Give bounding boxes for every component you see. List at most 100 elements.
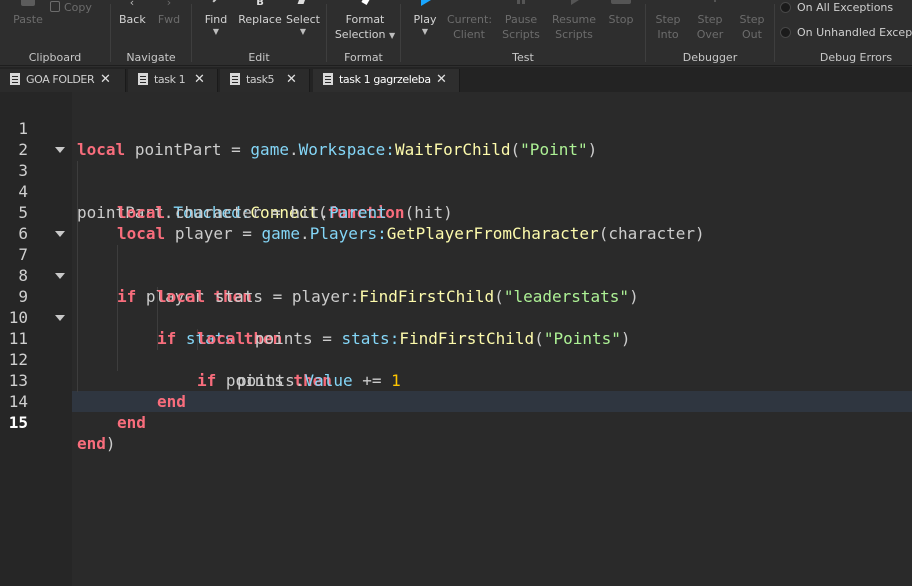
on-unhandled-exceptions-option[interactable]: On Unhandled Exceptions xyxy=(780,26,912,39)
tab-label: task 1 gagrzeleba xyxy=(339,73,431,86)
resume-label-line1: Resume xyxy=(551,13,597,26)
step-out-icon xyxy=(744,0,760,12)
forward-label: Fwd xyxy=(157,13,181,26)
code-line[interactable]: 1 local pointPart = game.Workspace:WaitF… xyxy=(0,97,912,159)
select-dropdown-icon[interactable]: ▼ xyxy=(286,27,320,37)
paste-icon xyxy=(18,0,38,12)
code-line[interactable]: 4 local character = hit.Parent xyxy=(0,160,912,222)
script-editor[interactable]: 1 local pointPart = game.Workspace:WaitF… xyxy=(0,92,912,586)
tab-task-1-gagrzeleba[interactable]: task 1 gagrzeleba ✕ xyxy=(313,69,460,92)
step-out-label-line2: Out xyxy=(742,28,762,41)
keyword-token: end xyxy=(77,434,106,453)
code-text[interactable]: end) xyxy=(77,433,116,454)
play-icon xyxy=(417,0,433,12)
test-group-title: Test xyxy=(512,51,534,64)
replace-label: Replace xyxy=(238,13,282,26)
code-line[interactable]: 8 local stats = player:FindFirstChild("l… xyxy=(0,244,912,306)
current-label-line2: Client xyxy=(453,28,485,41)
code-text[interactable]: end xyxy=(117,412,146,433)
close-icon[interactable]: ✕ xyxy=(436,72,447,87)
keyword-token: end xyxy=(117,413,146,432)
code-line[interactable]: 2 xyxy=(0,118,912,159)
fold-chevron-icon[interactable] xyxy=(55,231,65,237)
clipboard-group-title: Clipboard xyxy=(28,51,82,64)
format-label-line1: Format xyxy=(345,13,385,26)
close-icon[interactable]: ✕ xyxy=(194,72,205,87)
fold-chevron-icon[interactable] xyxy=(55,273,65,279)
tab-goa-folder[interactable]: GOA FOLDER ✕ xyxy=(0,69,126,92)
code-line-current[interactable]: 15 end) xyxy=(0,391,912,453)
debug-errors-group-title: Debug Errors xyxy=(819,51,893,64)
paste-button[interactable]: Paste xyxy=(10,0,46,27)
current-client-icon xyxy=(461,0,477,12)
stop-button[interactable]: Stop xyxy=(605,0,637,27)
edit-group: Find ▼ B Replace Select ▼ Edit xyxy=(192,0,326,66)
pause-scripts-button[interactable]: Pause Scripts xyxy=(501,0,541,42)
tab-label: task5 xyxy=(246,73,275,86)
debugger-group: Step Into Step Over Step Out Debugger xyxy=(646,0,774,66)
code-line[interactable]: 11 if points then xyxy=(0,307,912,390)
close-icon[interactable]: ✕ xyxy=(286,72,297,87)
fold-chevron-icon[interactable] xyxy=(55,315,65,321)
play-button[interactable]: Play ▼ xyxy=(411,0,439,37)
stop-label: Stop xyxy=(608,13,634,26)
code-line[interactable]: 10 local points = stats:FindFirstChild("… xyxy=(0,286,912,348)
current-label-line1: Current: xyxy=(447,13,493,26)
test-group: Play ▼ Current: Client Pause Scripts Res… xyxy=(401,0,645,66)
fold-chevron-icon[interactable] xyxy=(55,147,65,153)
code-line[interactable]: 13 end xyxy=(0,349,912,411)
debugger-group-title: Debugger xyxy=(682,51,738,64)
current-client-button[interactable]: Current: Client xyxy=(447,0,493,42)
ribbon-toolbar: Paste Copy Clipboard ‹ Back › Fwd Naviga… xyxy=(0,0,912,66)
play-dropdown-icon[interactable]: ▼ xyxy=(411,27,439,37)
radio-button-icon[interactable] xyxy=(780,2,791,13)
find-icon xyxy=(208,0,224,12)
select-cursor-icon xyxy=(295,0,311,12)
tab-task-1[interactable]: task 1 ✕ xyxy=(128,69,218,92)
back-button[interactable]: ‹ Back xyxy=(119,0,146,27)
code-line[interactable]: 9 if stats then xyxy=(0,265,912,348)
step-over-button[interactable]: Step Over xyxy=(696,0,724,42)
paste-label: Paste xyxy=(13,13,43,26)
resume-label-line2: Scripts xyxy=(555,28,593,41)
edit-group-title: Edit xyxy=(248,51,270,64)
replace-icon: B xyxy=(256,0,264,8)
on-all-exceptions-option[interactable]: On All Exceptions xyxy=(780,1,912,14)
resume-scripts-button[interactable]: Resume Scripts xyxy=(551,0,597,42)
code-line[interactable]: 5 local player = game.Players:GetPlayerF… xyxy=(0,181,912,243)
code-line[interactable]: 7 if player then xyxy=(0,223,912,306)
close-icon[interactable]: ✕ xyxy=(100,72,111,87)
format-icon xyxy=(357,0,373,12)
step-into-button[interactable]: Step Into xyxy=(654,0,682,42)
format-selection-button[interactable]: Format Selection ▼ xyxy=(333,0,397,42)
step-over-label-line2: Over xyxy=(696,28,724,41)
step-out-label-line1: Step xyxy=(739,13,765,26)
copy-button[interactable]: Copy xyxy=(50,0,92,15)
line-number: 15 xyxy=(8,413,28,432)
folder-script-icon xyxy=(10,73,20,85)
step-into-icon xyxy=(660,0,676,12)
step-over-label-line1: Step xyxy=(697,13,723,26)
pause-label-line1: Pause xyxy=(504,13,538,26)
select-label: Select xyxy=(286,13,320,26)
format-dropdown-icon[interactable]: ▼ xyxy=(389,31,395,40)
navigate-group-title: Navigate xyxy=(126,51,176,64)
code-line[interactable]: 6 xyxy=(0,202,912,243)
step-out-button[interactable]: Step Out xyxy=(738,0,766,42)
script-icon xyxy=(323,73,333,85)
radio-button-icon[interactable] xyxy=(780,27,791,38)
code-line[interactable]: 12 points.Value += 1 xyxy=(0,328,912,390)
on-all-exceptions-label: On All Exceptions xyxy=(797,1,894,14)
find-dropdown-icon[interactable]: ▼ xyxy=(202,27,230,37)
navigate-group: ‹ Back › Fwd Navigate xyxy=(111,0,191,66)
tab-task5[interactable]: task5 ✕ xyxy=(220,69,310,92)
script-icon xyxy=(230,73,240,85)
replace-button[interactable]: B Replace xyxy=(238,0,282,27)
format-group: Format Selection ▼ Format xyxy=(327,0,400,66)
code-line[interactable]: 14 end xyxy=(0,370,912,432)
forward-button[interactable]: › Fwd xyxy=(157,0,181,27)
step-over-icon xyxy=(702,0,718,12)
find-button[interactable]: Find ▼ xyxy=(202,0,230,37)
select-button[interactable]: Select ▼ xyxy=(286,0,320,37)
code-line[interactable]: 3 pointPart.Touched:Connect(function(hit… xyxy=(0,139,912,222)
